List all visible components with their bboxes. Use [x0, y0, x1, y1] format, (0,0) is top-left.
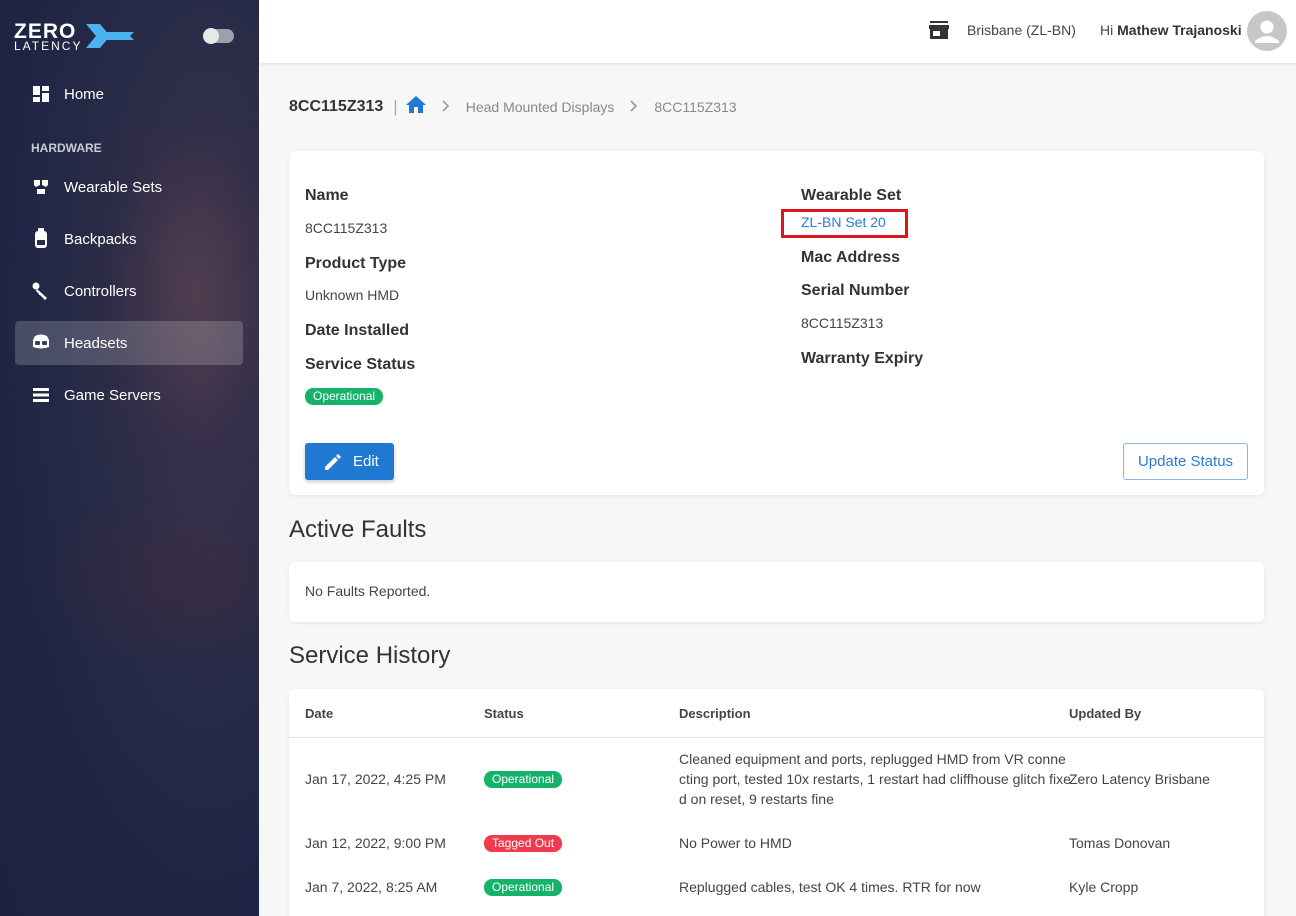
- status-badge: Operational: [484, 771, 563, 788]
- column-header-description[interactable]: Description: [679, 706, 751, 721]
- status-badge: Operational: [484, 879, 563, 896]
- column-header-updated-by[interactable]: Updated By: [1069, 706, 1141, 721]
- home-icon[interactable]: [405, 95, 426, 119]
- row-updated-by: Tomas Donovan: [1069, 835, 1171, 851]
- wearable-set-label: Wearable Set: [801, 187, 902, 204]
- edit-button-label: Edit: [353, 453, 379, 470]
- backpack-icon: [31, 228, 51, 249]
- warranty-expiry-label: Warranty Expiry: [801, 350, 924, 367]
- header-divider: [289, 737, 1264, 738]
- details-card: Name 8CC115Z313 Product Type Unknown HMD…: [289, 151, 1264, 495]
- service-history-table: Date Status Description Updated By Jan 1…: [289, 689, 1264, 916]
- theme-toggle[interactable]: [203, 28, 234, 44]
- row-updated-by: Kyle Cropp: [1069, 879, 1139, 895]
- breadcrumb: 8CC115Z313 | Head Mounted Displays 8CC11…: [289, 95, 737, 119]
- sidebar: ZERO LATENCY Home HARDWARE Wearable Sets…: [0, 0, 259, 916]
- breadcrumb-current: 8CC115Z313: [654, 99, 737, 115]
- row-date: Jan 7, 2022, 8:25 AM: [305, 879, 438, 895]
- status-badge: Tagged Out: [484, 835, 563, 852]
- date-installed-label: Date Installed: [305, 322, 410, 339]
- update-status-label: Update Status: [1137, 453, 1234, 470]
- row-description: Cleaned equipment and ports, replugged H…: [679, 751, 1071, 807]
- update-status-button[interactable]: Update Status: [1123, 443, 1248, 480]
- greeting-prefix: Hi: [1100, 22, 1118, 38]
- breadcrumb-divider: |: [393, 97, 398, 116]
- chevron-right-icon: [630, 99, 638, 115]
- row-description: No Power to HMD: [679, 835, 792, 851]
- sidebar-item-label: Home: [64, 85, 105, 103]
- no-faults-text: No Faults Reported.: [305, 583, 431, 599]
- sidebar-item-wearable-sets[interactable]: Wearable Sets: [15, 165, 243, 209]
- serial-number-label: Serial Number: [801, 282, 910, 299]
- row-description: Replugged cables, test OK 4 times. RTR f…: [679, 879, 981, 895]
- store-icon[interactable]: [929, 21, 949, 44]
- logo-text-line2: LATENCY: [14, 39, 83, 53]
- status-badge: Operational: [305, 388, 384, 405]
- sidebar-item-label: Headsets: [64, 334, 128, 352]
- wearable-set-link[interactable]: ZL-BN Set 20: [801, 214, 886, 230]
- edit-button[interactable]: Edit: [305, 443, 394, 480]
- sidebar-item-backpacks[interactable]: Backpacks: [15, 217, 243, 261]
- service-status-label: Service Status: [305, 356, 416, 373]
- name-label: Name: [305, 187, 349, 204]
- user-name: Mathew Trajanoski: [1117, 22, 1242, 38]
- breadcrumb-head-mounted-displays[interactable]: Head Mounted Displays: [466, 99, 615, 115]
- name-value: 8CC115Z313: [305, 220, 388, 236]
- user-greeting: Hi Mathew Trajanoski: [1100, 22, 1242, 38]
- chevron-right-icon: [442, 99, 450, 115]
- pencil-icon: [325, 453, 341, 470]
- service-history-title: Service History: [289, 642, 451, 669]
- avatar[interactable]: [1247, 11, 1287, 51]
- product-type-label: Product Type: [305, 255, 407, 272]
- headset-icon: [31, 333, 51, 353]
- page-title: 8CC115Z313: [289, 98, 384, 115]
- zero-latency-logo[interactable]: ZERO LATENCY: [14, 20, 139, 54]
- mac-address-label: Mac Address: [801, 249, 900, 266]
- server-icon: [31, 385, 51, 405]
- person-icon: [1255, 20, 1279, 43]
- sidebar-item-home[interactable]: Home: [15, 72, 243, 116]
- serial-number-value: 8CC115Z313: [801, 315, 884, 331]
- controller-icon: [31, 281, 51, 301]
- row-updated-by: Zero Latency Brisbane: [1069, 771, 1210, 787]
- dashboard-icon: [31, 84, 51, 104]
- location-selector[interactable]: Brisbane (ZL-BN): [967, 22, 1076, 38]
- sidebar-item-label: Wearable Sets: [64, 178, 163, 196]
- logo-arrow-icon: [86, 24, 134, 48]
- sidebar-item-controllers[interactable]: Controllers: [15, 269, 243, 313]
- column-header-status[interactable]: Status: [484, 706, 524, 721]
- column-header-date[interactable]: Date: [305, 706, 333, 721]
- active-faults-title: Active Faults: [289, 516, 427, 543]
- active-faults-card: No Faults Reported.: [289, 562, 1264, 622]
- sidebar-section-hardware: HARDWARE: [31, 141, 102, 155]
- top-bar: Brisbane (ZL-BN) Hi Mathew Trajanoski: [259, 0, 1296, 63]
- row-date: Jan 17, 2022, 4:25 PM: [305, 771, 446, 787]
- toggle-knob: [203, 28, 219, 44]
- sidebar-item-label: Game Servers: [64, 386, 161, 404]
- sidebar-item-headsets[interactable]: Headsets: [15, 321, 243, 365]
- product-type-value: Unknown HMD: [305, 287, 400, 303]
- wearable-icon: [31, 177, 51, 197]
- sidebar-item-label: Backpacks: [64, 230, 137, 248]
- sidebar-item-label: Controllers: [64, 282, 137, 300]
- row-date: Jan 12, 2022, 9:00 PM: [305, 835, 446, 851]
- sidebar-item-game-servers[interactable]: Game Servers: [15, 373, 243, 417]
